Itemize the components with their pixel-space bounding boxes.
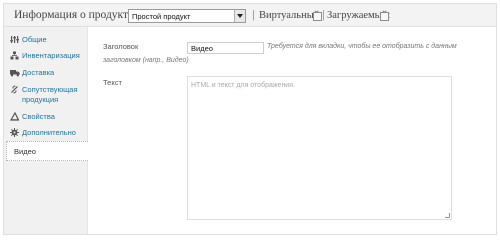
tab-advanced-label: Дополнительно (22, 128, 76, 137)
title-hint-line1: Требуется для вкладки, чтобы ее отобрази… (267, 43, 457, 50)
tab-content-textarea[interactable]: HTML и текст для отображения. (187, 76, 452, 220)
chevron-down-icon (234, 10, 245, 22)
product-type-value: Простой продукт (132, 12, 191, 21)
tab-video-label: Видео (14, 147, 36, 156)
tab-linked-products-label-line2: продукция (22, 95, 59, 104)
tab-general-label: Общие (22, 35, 47, 44)
tab-linked-products[interactable]: Сопутствующая продукция (4, 84, 88, 106)
advanced-gear-icon (10, 128, 19, 137)
shipping-truck-icon (10, 68, 20, 77)
downloadable-checkbox[interactable] (380, 12, 389, 21)
resize-handle-icon[interactable] (445, 213, 450, 218)
general-settings-icon (10, 35, 19, 44)
product-data-panel: Информация о продукте — Простой продукт … (3, 3, 497, 235)
tab-linked-products-label-line1: Сопутствующая (22, 85, 78, 94)
tab-inventory-label: Инвентаризация (22, 51, 80, 60)
separator: | (252, 9, 255, 21)
title-field-label: Заголовок (103, 42, 139, 51)
tab-video[interactable]: Видео (6, 141, 88, 161)
tab-general[interactable]: Общие (4, 34, 88, 46)
attributes-icon (9, 111, 20, 121)
tab-title-input[interactable]: Видео (187, 42, 264, 54)
tab-attributes[interactable]: Свойства (4, 111, 88, 123)
product-type-select[interactable]: Простой продукт (128, 9, 246, 23)
separator: | (322, 9, 325, 21)
panel-header: Информация о продукте — Простой продукт … (4, 4, 496, 27)
tab-shipping-label: Доставка (22, 68, 55, 77)
inventory-icon (10, 51, 19, 60)
tab-attributes-label: Свойства (22, 112, 55, 121)
tab-inventory[interactable]: Инвентаризация (4, 50, 88, 62)
title-hint-line2: заголовком (напр., Видео) (103, 57, 189, 64)
textarea-placeholder: HTML и текст для отображения. (191, 82, 295, 89)
tab-shipping[interactable]: Доставка (4, 67, 88, 79)
tab-advanced[interactable]: Дополнительно (4, 127, 88, 139)
linked-products-icon (10, 85, 19, 94)
product-data-tabs: Общие Инвентаризация Доставка Сопутствую… (4, 27, 88, 234)
text-field-label: Текст (103, 78, 122, 87)
virtual-checkbox[interactable] (313, 12, 322, 21)
